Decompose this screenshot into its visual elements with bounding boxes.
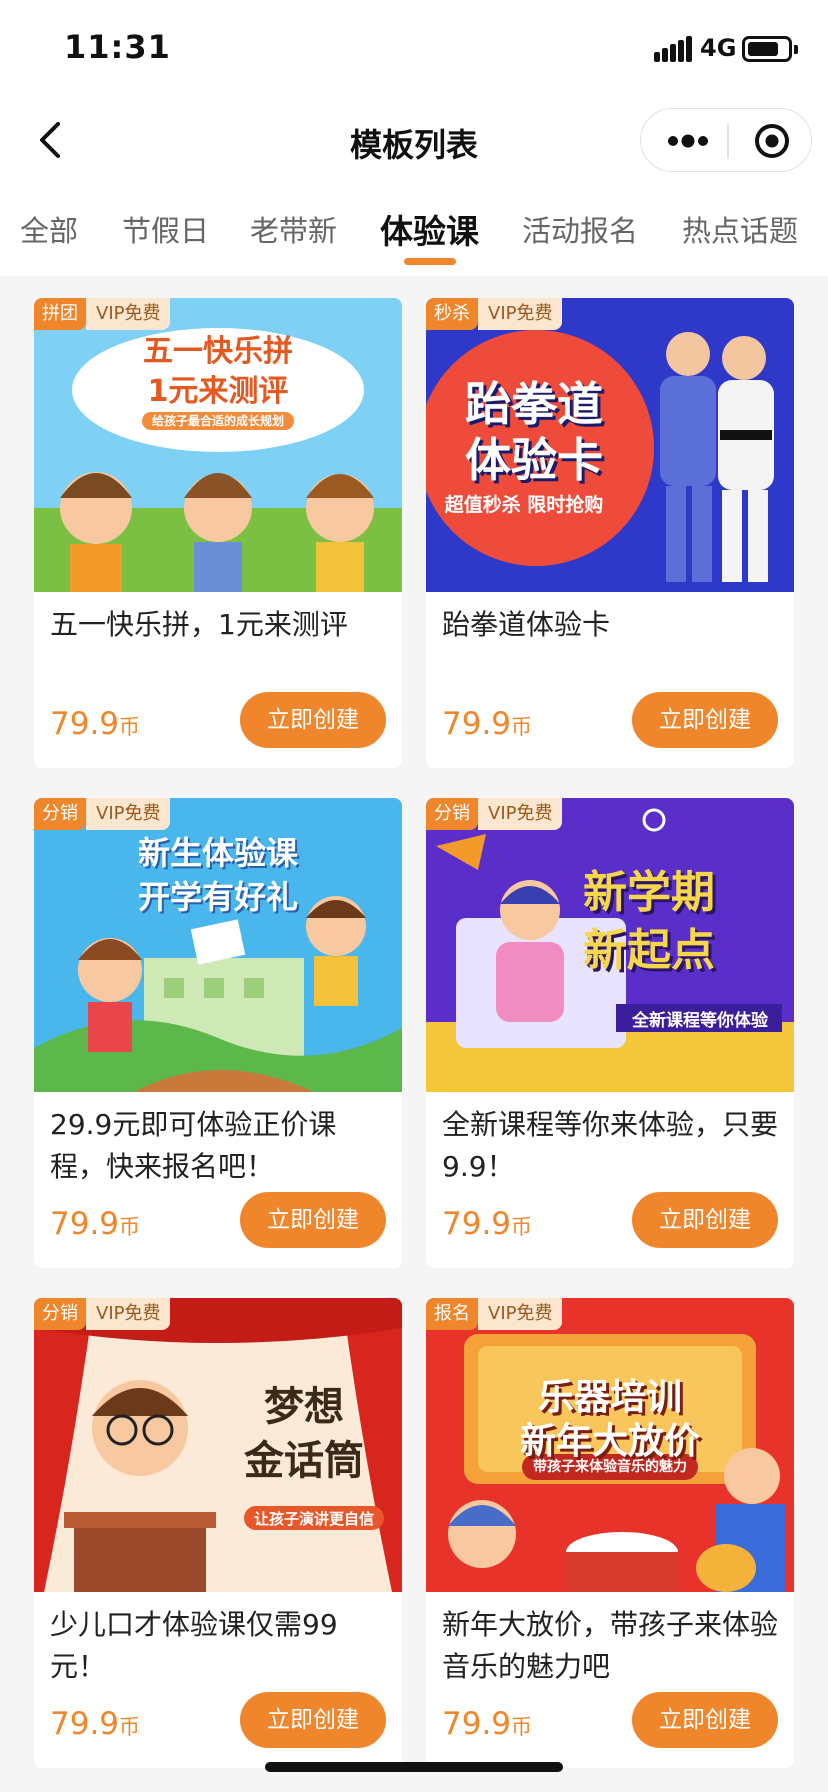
active-tab-indicator (404, 258, 456, 265)
card-tags: 拼团 VIP免费 (34, 298, 171, 330)
template-thumbnail: 跆拳道 体验卡 超值秒杀 限时抢购 秒杀 VIP免费 (426, 298, 794, 592)
type-tag: 拼团 (34, 298, 86, 330)
template-thumbnail: 五一快乐拼 1元来测评 给孩子最合适的成长规划 拼团 VIP免费 (34, 298, 402, 592)
create-button[interactable]: 立即创建 (632, 692, 778, 748)
create-button[interactable]: 立即创建 (632, 1692, 778, 1748)
template-thumbnail: 乐器培训 新年大放价 带孩子来体验音乐的魅力 报名 VIP免费 (426, 1298, 794, 1592)
template-card[interactable]: 五一快乐拼 1元来测评 给孩子最合适的成长规划 拼团 VIP免费 五一快乐拼，1… (34, 298, 402, 768)
banner-sub: 带孩子来体验音乐的魅力 (533, 1459, 687, 1475)
card-title: 29.9元即可体验正价课程，快来报名吧！ (50, 1108, 337, 1183)
close-mini-program-button[interactable] (743, 117, 801, 165)
vip-tag: VIP免费 (478, 1298, 563, 1330)
capsule-divider (727, 123, 729, 159)
status-time: 11:31 (64, 28, 171, 66)
vip-tag: VIP免费 (86, 798, 171, 830)
create-button[interactable]: 立即创建 (632, 1192, 778, 1248)
card-title: 全新课程等你来体验，只要9.9！ (442, 1108, 779, 1183)
signal-icon (654, 36, 692, 62)
type-tag: 报名 (426, 1298, 478, 1330)
vip-tag: VIP免费 (478, 798, 563, 830)
banner-line2: 体验卡 (465, 433, 603, 487)
type-tag: 秒杀 (426, 298, 478, 330)
card-price: 79.9币 (50, 706, 141, 742)
vip-tag: VIP免费 (86, 298, 171, 330)
banner-sub: 超值秒杀 限时抢购 (444, 494, 604, 516)
more-button[interactable] (659, 117, 717, 165)
card-price: 79.9币 (442, 1206, 533, 1242)
template-thumbnail: 梦想 金话筒 让孩子演讲更自信 分销 VIP免费 (34, 1298, 402, 1592)
tab-all[interactable]: 全部 (20, 208, 78, 250)
banner-line2: 新起点 (583, 925, 715, 976)
home-indicator[interactable] (265, 1762, 563, 1772)
template-card[interactable]: 新生体验课 开学有好礼 分销 VIP免费 29.9元即可体验正价课程，快来报名吧… (34, 798, 402, 1268)
card-tags: 秒杀 VIP免费 (426, 298, 563, 330)
tab-hot-topics[interactable]: 热点话题 (682, 208, 798, 250)
tab-event-signup[interactable]: 活动报名 (522, 208, 638, 250)
template-card[interactable]: 乐器培训 新年大放价 带孩子来体验音乐的魅力 报名 VIP免费 新年大放价，带孩… (426, 1298, 794, 1768)
target-circle-icon (755, 124, 789, 158)
card-tags: 报名 VIP免费 (426, 1298, 563, 1330)
create-button[interactable]: 立即创建 (240, 692, 386, 748)
template-thumbnail: 新生体验课 开学有好礼 分销 VIP免费 (34, 798, 402, 1092)
card-title: 五一快乐拼，1元来测评 (50, 608, 348, 641)
banner-sub: 全新课程等你体验 (632, 1011, 768, 1031)
tab-trial-class[interactable]: 体验课 (380, 205, 479, 253)
vip-tag: VIP免费 (86, 1298, 171, 1330)
create-button[interactable]: 立即创建 (240, 1192, 386, 1248)
type-tag: 分销 (34, 1298, 86, 1330)
template-card[interactable]: 跆拳道 体验卡 超值秒杀 限时抢购 秒杀 VIP免费 跆拳道体验卡 79.9币 … (426, 298, 794, 768)
create-button[interactable]: 立即创建 (240, 1692, 386, 1748)
type-tag: 分销 (426, 798, 478, 830)
card-price: 79.9币 (50, 1206, 141, 1242)
card-price: 79.9币 (442, 1706, 533, 1742)
card-price: 79.9币 (50, 1706, 141, 1742)
category-tabs: 全部 节假日 老带新 体验课 活动报名 热点话题 (0, 196, 828, 276)
card-price: 79.9币 (442, 706, 533, 742)
top-bar: 11:31 4G 模板列表 全部 节假日 老带新 体验课 活动报名 热点话题 (0, 0, 828, 276)
type-tag: 分销 (34, 798, 86, 830)
banner-line2: 金话筒 (244, 1438, 364, 1484)
template-card[interactable]: 梦想 金话筒 让孩子演讲更自信 分销 VIP免费 少儿口才体验课仅需99元！ 7… (34, 1298, 402, 1768)
card-tags: 分销 VIP免费 (426, 798, 563, 830)
vip-tag: VIP免费 (478, 298, 563, 330)
status-bar: 11:31 4G (0, 0, 828, 100)
banner-line1: 五一快乐拼 (143, 334, 293, 369)
battery-icon (742, 36, 798, 62)
network-label: 4G (700, 34, 737, 62)
mini-program-capsule (640, 108, 812, 172)
tab-holidays[interactable]: 节假日 (122, 208, 209, 250)
card-title: 新年大放价，带孩子来体验音乐的魅力吧 (442, 1608, 779, 1683)
banner-line1: 梦想 (264, 1384, 344, 1430)
banner-line2: 1元来测评 (147, 374, 289, 409)
card-tags: 分销 VIP免费 (34, 1298, 171, 1330)
banner-line1: 新生体验课 (137, 834, 298, 872)
banner-line2: 开学有好礼 (137, 878, 298, 916)
tab-referral[interactable]: 老带新 (250, 208, 337, 250)
card-title: 跆拳道体验卡 (442, 608, 611, 641)
banner-sub: 让孩子演讲更自信 (253, 1510, 374, 1528)
template-thumbnail: 新学期 新起点 全新课程等你体验 分销 VIP免费 (426, 798, 794, 1092)
more-dots-icon (668, 134, 708, 148)
template-card[interactable]: 新学期 新起点 全新课程等你体验 分销 VIP免费 全新课程等你来体验，只要9.… (426, 798, 794, 1268)
card-title: 少儿口才体验课仅需99元！ (50, 1608, 338, 1683)
banner-line1: 新学期 (583, 867, 715, 918)
banner-sub: 给孩子最合适的成长规划 (34, 412, 402, 430)
nav-bar: 模板列表 (0, 100, 828, 180)
card-tags: 分销 VIP免费 (34, 798, 171, 830)
